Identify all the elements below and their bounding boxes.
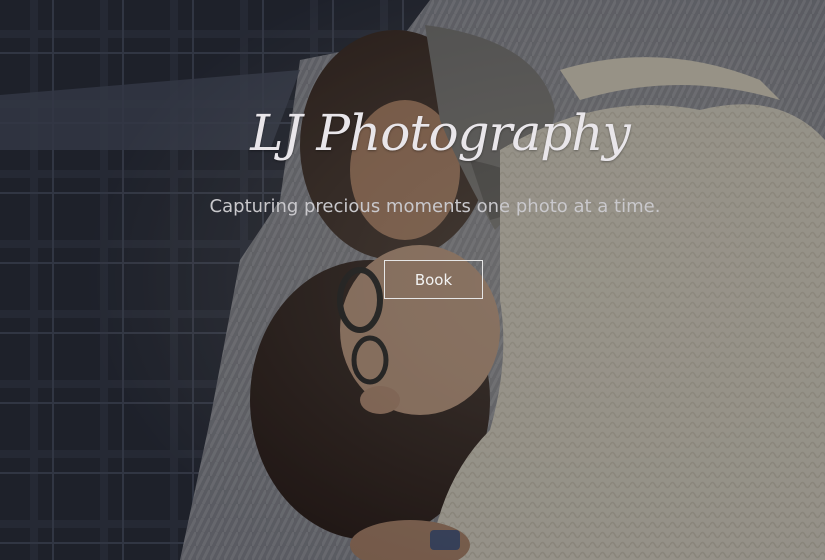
hero-section: LJ Photography Capturing precious moment… — [0, 0, 825, 560]
brand-title: LJ Photography — [250, 104, 630, 162]
hero-tagline: Capturing precious moments one photo at … — [209, 196, 661, 217]
book-button[interactable]: Book — [384, 260, 483, 299]
